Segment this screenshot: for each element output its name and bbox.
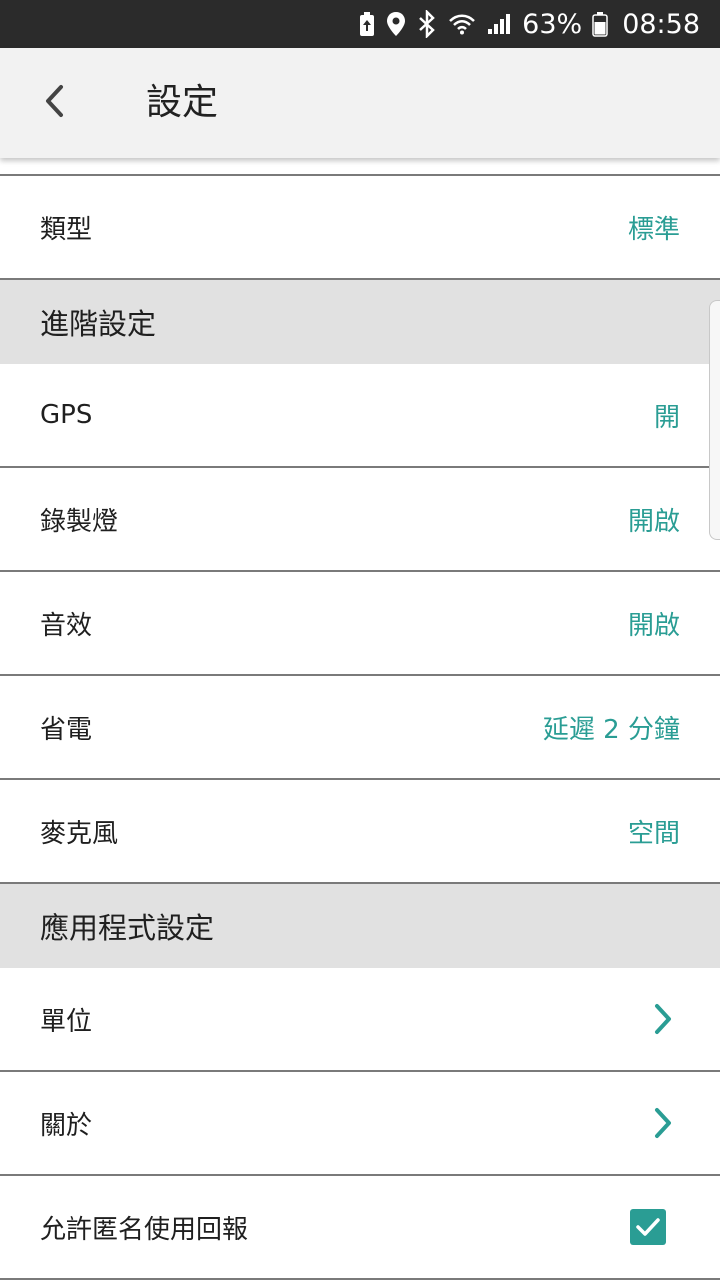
setting-label: 麥克風	[40, 818, 119, 849]
setting-value: 開	[653, 402, 680, 433]
setting-value: 空間	[627, 818, 680, 849]
setting-label: 單位	[40, 1006, 93, 1037]
setting-value: 開啟	[627, 610, 680, 641]
setting-anonymous-report[interactable]: 允許匿名使用回報	[0, 1176, 720, 1280]
setting-microphone[interactable]: 麥克風 空間	[0, 780, 720, 884]
app-bar: 設定	[0, 48, 720, 158]
page-title: 設定	[146, 82, 219, 123]
bluetooth-icon	[416, 0, 438, 48]
setting-units[interactable]: 單位	[0, 968, 720, 1072]
setting-record-light[interactable]: 錄製燈 開啟	[0, 468, 720, 572]
setting-label: 音效	[40, 610, 93, 641]
wifi-icon	[448, 0, 476, 48]
setting-type[interactable]: 類型 標準	[0, 176, 720, 280]
section-header-app: 應用程式設定	[0, 884, 720, 968]
setting-value: 開啟	[627, 506, 680, 537]
setting-label: 允許匿名使用回報	[40, 1214, 249, 1245]
checkmark-icon	[636, 1218, 660, 1236]
clock: 08:58	[622, 8, 700, 40]
setting-label: 關於	[40, 1110, 93, 1141]
setting-label: 省電	[40, 714, 93, 745]
signal-icon	[486, 0, 512, 48]
chevron-right-icon	[648, 1106, 678, 1140]
battery-saver-icon	[358, 0, 376, 48]
anonymous-report-checkbox[interactable]	[630, 1209, 666, 1245]
section-header-advanced: 進階設定	[0, 280, 720, 364]
setting-gps[interactable]: GPS 開	[0, 364, 720, 468]
chevron-right-icon	[648, 1002, 678, 1036]
setting-about[interactable]: 關於	[0, 1072, 720, 1176]
setting-value: 延遲 2 分鐘	[542, 714, 680, 745]
battery-icon	[592, 0, 608, 48]
setting-power-saving[interactable]: 省電 延遲 2 分鐘	[0, 676, 720, 780]
settings-list: 類型 標準 進階設定 GPS 開 錄製燈 開啟 音效 開啟 省電 延遲 2 分鐘…	[0, 174, 720, 1280]
location-icon	[386, 0, 406, 48]
setting-value: 標準	[627, 214, 680, 245]
back-button[interactable]	[26, 75, 82, 131]
chevron-left-icon	[42, 83, 66, 123]
setting-label: 錄製燈	[40, 506, 119, 537]
scroll-indicator[interactable]	[709, 300, 720, 540]
setting-sound[interactable]: 音效 開啟	[0, 572, 720, 676]
setting-label: GPS	[40, 400, 93, 430]
battery-percent: 63%	[522, 8, 583, 40]
status-bar: 63% 08:58	[0, 0, 720, 48]
setting-label: 類型	[40, 214, 93, 245]
